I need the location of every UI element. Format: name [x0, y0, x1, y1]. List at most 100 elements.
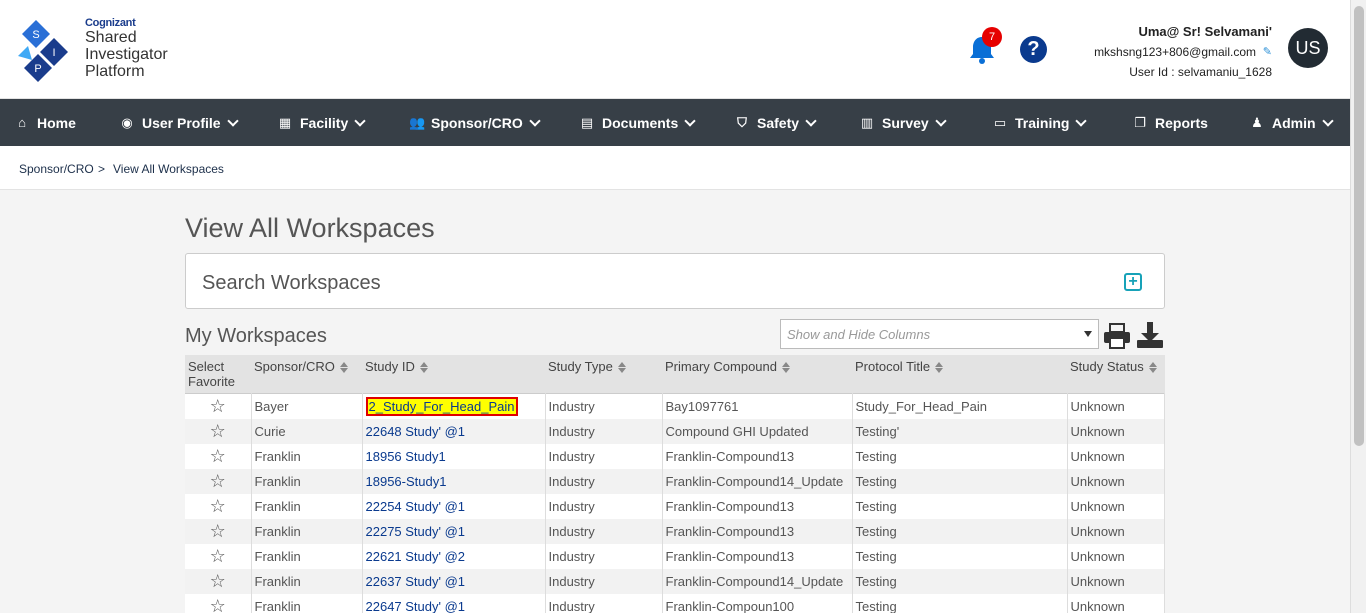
- cell-title: Testing: [852, 593, 1068, 613]
- sip-logo[interactable]: S I P: [16, 16, 74, 82]
- study-id-link[interactable]: 22275 Study' @1: [366, 524, 466, 539]
- page-scrollbar[interactable]: [1350, 0, 1366, 613]
- star-icon[interactable]: ☆: [185, 393, 252, 419]
- cell-title: Study_For_Head_Pain: [852, 393, 1068, 419]
- nav-admin[interactable]: ♟ Admin: [1250, 99, 1334, 146]
- star-icon[interactable]: ☆: [185, 593, 252, 613]
- sort-icon[interactable]: [617, 362, 626, 374]
- cell-study-id: 22275 Study' @1: [362, 518, 546, 544]
- edit-icon[interactable]: ✎: [1260, 42, 1272, 58]
- app-name-line-2: Investigator: [85, 46, 168, 63]
- cell-type: Industry: [545, 393, 663, 419]
- study-id-link[interactable]: 18956 Study1: [366, 449, 446, 464]
- chevron-down-icon: [226, 114, 239, 127]
- cell-sponsor: Franklin: [251, 593, 363, 613]
- cell-title: Testing': [852, 418, 1068, 444]
- cell-status: Unknown: [1067, 393, 1165, 419]
- table-row: ☆ Franklin 22647 Study' @1 Industry Fran…: [185, 593, 1165, 613]
- cell-title: Testing: [852, 493, 1068, 519]
- user-circle-icon: ◉: [121, 114, 133, 130]
- nav-training[interactable]: ▭ Training: [993, 99, 1088, 146]
- print-icon[interactable]: [1103, 323, 1131, 349]
- sort-icon[interactable]: [782, 362, 790, 374]
- study-id-link[interactable]: 2_Study_For_Head_Pain: [365, 396, 518, 416]
- star-icon[interactable]: ☆: [185, 468, 252, 494]
- col-sponsor[interactable]: Sponsor/CRO: [251, 355, 362, 394]
- show-hide-columns-select[interactable]: Show and Hide Columns: [780, 319, 1099, 349]
- nav-home[interactable]: ⌂ Home: [15, 99, 76, 146]
- users-icon: 👥: [409, 114, 426, 130]
- cell-compound: Franklin-Compound13: [662, 543, 853, 569]
- col-label: Study Type: [548, 359, 613, 374]
- brand-name: Cognizant: [85, 17, 136, 29]
- nav-sponsor-cro[interactable]: 👥 Sponsor/CRO: [409, 99, 541, 146]
- star-icon[interactable]: ☆: [185, 493, 252, 519]
- user-info: Uma@ Sr! Selvamani' mkshsng123+806@gmail…: [1094, 22, 1272, 82]
- star-icon[interactable]: ☆: [185, 543, 252, 569]
- cell-status: Unknown: [1067, 443, 1165, 469]
- col-primary-compound[interactable]: Primary Compound: [662, 355, 852, 394]
- help-icon[interactable]: ?: [1020, 36, 1047, 63]
- star-icon[interactable]: ☆: [185, 443, 252, 469]
- table-header-row: Select Favorite Sponsor/CRO Study ID Stu…: [185, 355, 1165, 394]
- expand-plus-icon[interactable]: +: [1124, 273, 1142, 291]
- bar-chart-icon: ▥: [860, 114, 874, 130]
- star-icon[interactable]: ☆: [185, 518, 252, 544]
- nav-documents[interactable]: ▤ Documents: [580, 99, 696, 146]
- cell-type: Industry: [545, 468, 663, 494]
- breadcrumb-parent[interactable]: Sponsor/CRO: [19, 162, 94, 176]
- study-id-link[interactable]: 18956-Study1: [366, 474, 447, 489]
- cell-title: Testing: [852, 468, 1068, 494]
- study-id-link[interactable]: 22637 Study' @1: [366, 574, 466, 589]
- sort-icon[interactable]: [339, 362, 348, 374]
- col-protocol-title[interactable]: Protocol Title: [852, 355, 1067, 394]
- table-row: ☆ Franklin 18956-Study1 Industry Frankli…: [185, 468, 1165, 494]
- download-icon[interactable]: [1136, 321, 1164, 349]
- breadcrumb-current: View All Workspaces: [113, 162, 224, 176]
- cell-status: Unknown: [1067, 543, 1165, 569]
- cell-type: Industry: [545, 493, 663, 519]
- col-study-status[interactable]: Study Status: [1067, 355, 1165, 394]
- col-study-type[interactable]: Study Type: [545, 355, 662, 394]
- nav-survey[interactable]: ▥ Survey: [860, 99, 947, 146]
- table-row: ☆ Franklin 18956 Study1 Industry Frankli…: [185, 443, 1165, 469]
- chevron-down-icon: [1321, 114, 1334, 127]
- chevron-down-icon: [354, 114, 366, 127]
- laptop-icon: ▭: [993, 114, 1007, 130]
- table-row: ☆ Bayer 2_Study_For_Head_Pain Industry B…: [185, 393, 1165, 419]
- star-icon[interactable]: ☆: [185, 418, 252, 444]
- cell-study-id: 2_Study_For_Head_Pain: [362, 393, 546, 419]
- user-email-row: mkshsng123+806@gmail.com ✎: [1094, 42, 1272, 62]
- cell-type: Industry: [545, 418, 663, 444]
- avatar[interactable]: US: [1288, 28, 1328, 68]
- study-id-link[interactable]: 22648 Study' @1: [366, 424, 466, 439]
- cell-title: Testing: [852, 568, 1068, 594]
- nav-user-profile[interactable]: ◉ User Profile: [120, 99, 239, 146]
- sort-icon[interactable]: [935, 362, 944, 374]
- main-nav: ⌂ Home ◉ User Profile ▦ Facility 👥 Spons…: [0, 99, 1350, 146]
- search-workspaces-panel[interactable]: Search Workspaces +: [185, 253, 1165, 309]
- nav-label: Facility: [300, 114, 349, 131]
- col-label: Study ID: [365, 359, 415, 374]
- study-id-link[interactable]: 22254 Study' @1: [366, 499, 466, 514]
- nav-facility[interactable]: ▦ Facility: [278, 99, 366, 146]
- sort-icon[interactable]: [419, 362, 428, 374]
- nav-label: Home: [37, 114, 76, 131]
- study-id-link[interactable]: 22647 Study' @1: [366, 599, 466, 613]
- col-study-id[interactable]: Study ID: [362, 355, 545, 394]
- nav-reports[interactable]: ❐ Reports: [1133, 99, 1208, 146]
- dropdown-arrow-icon: [1084, 331, 1092, 337]
- sort-icon[interactable]: [1148, 362, 1157, 374]
- col-label: Study Status: [1070, 359, 1144, 374]
- star-icon[interactable]: ☆: [185, 568, 252, 594]
- cell-compound: Franklin-Compound14_Update: [662, 468, 853, 494]
- cell-study-id: 22647 Study' @1: [362, 593, 546, 613]
- nav-safety[interactable]: ⛉ Safety: [735, 99, 817, 146]
- columns-placeholder: Show and Hide Columns: [787, 327, 931, 342]
- scrollbar-thumb[interactable]: [1354, 6, 1364, 446]
- nav-label: Survey: [882, 114, 929, 131]
- col-label: Sponsor/CRO: [254, 359, 335, 374]
- cell-compound: Franklin-Compoun100: [662, 593, 853, 613]
- study-id-link[interactable]: 22621 Study' @2: [366, 549, 466, 564]
- cell-compound: Franklin-Compound13: [662, 518, 853, 544]
